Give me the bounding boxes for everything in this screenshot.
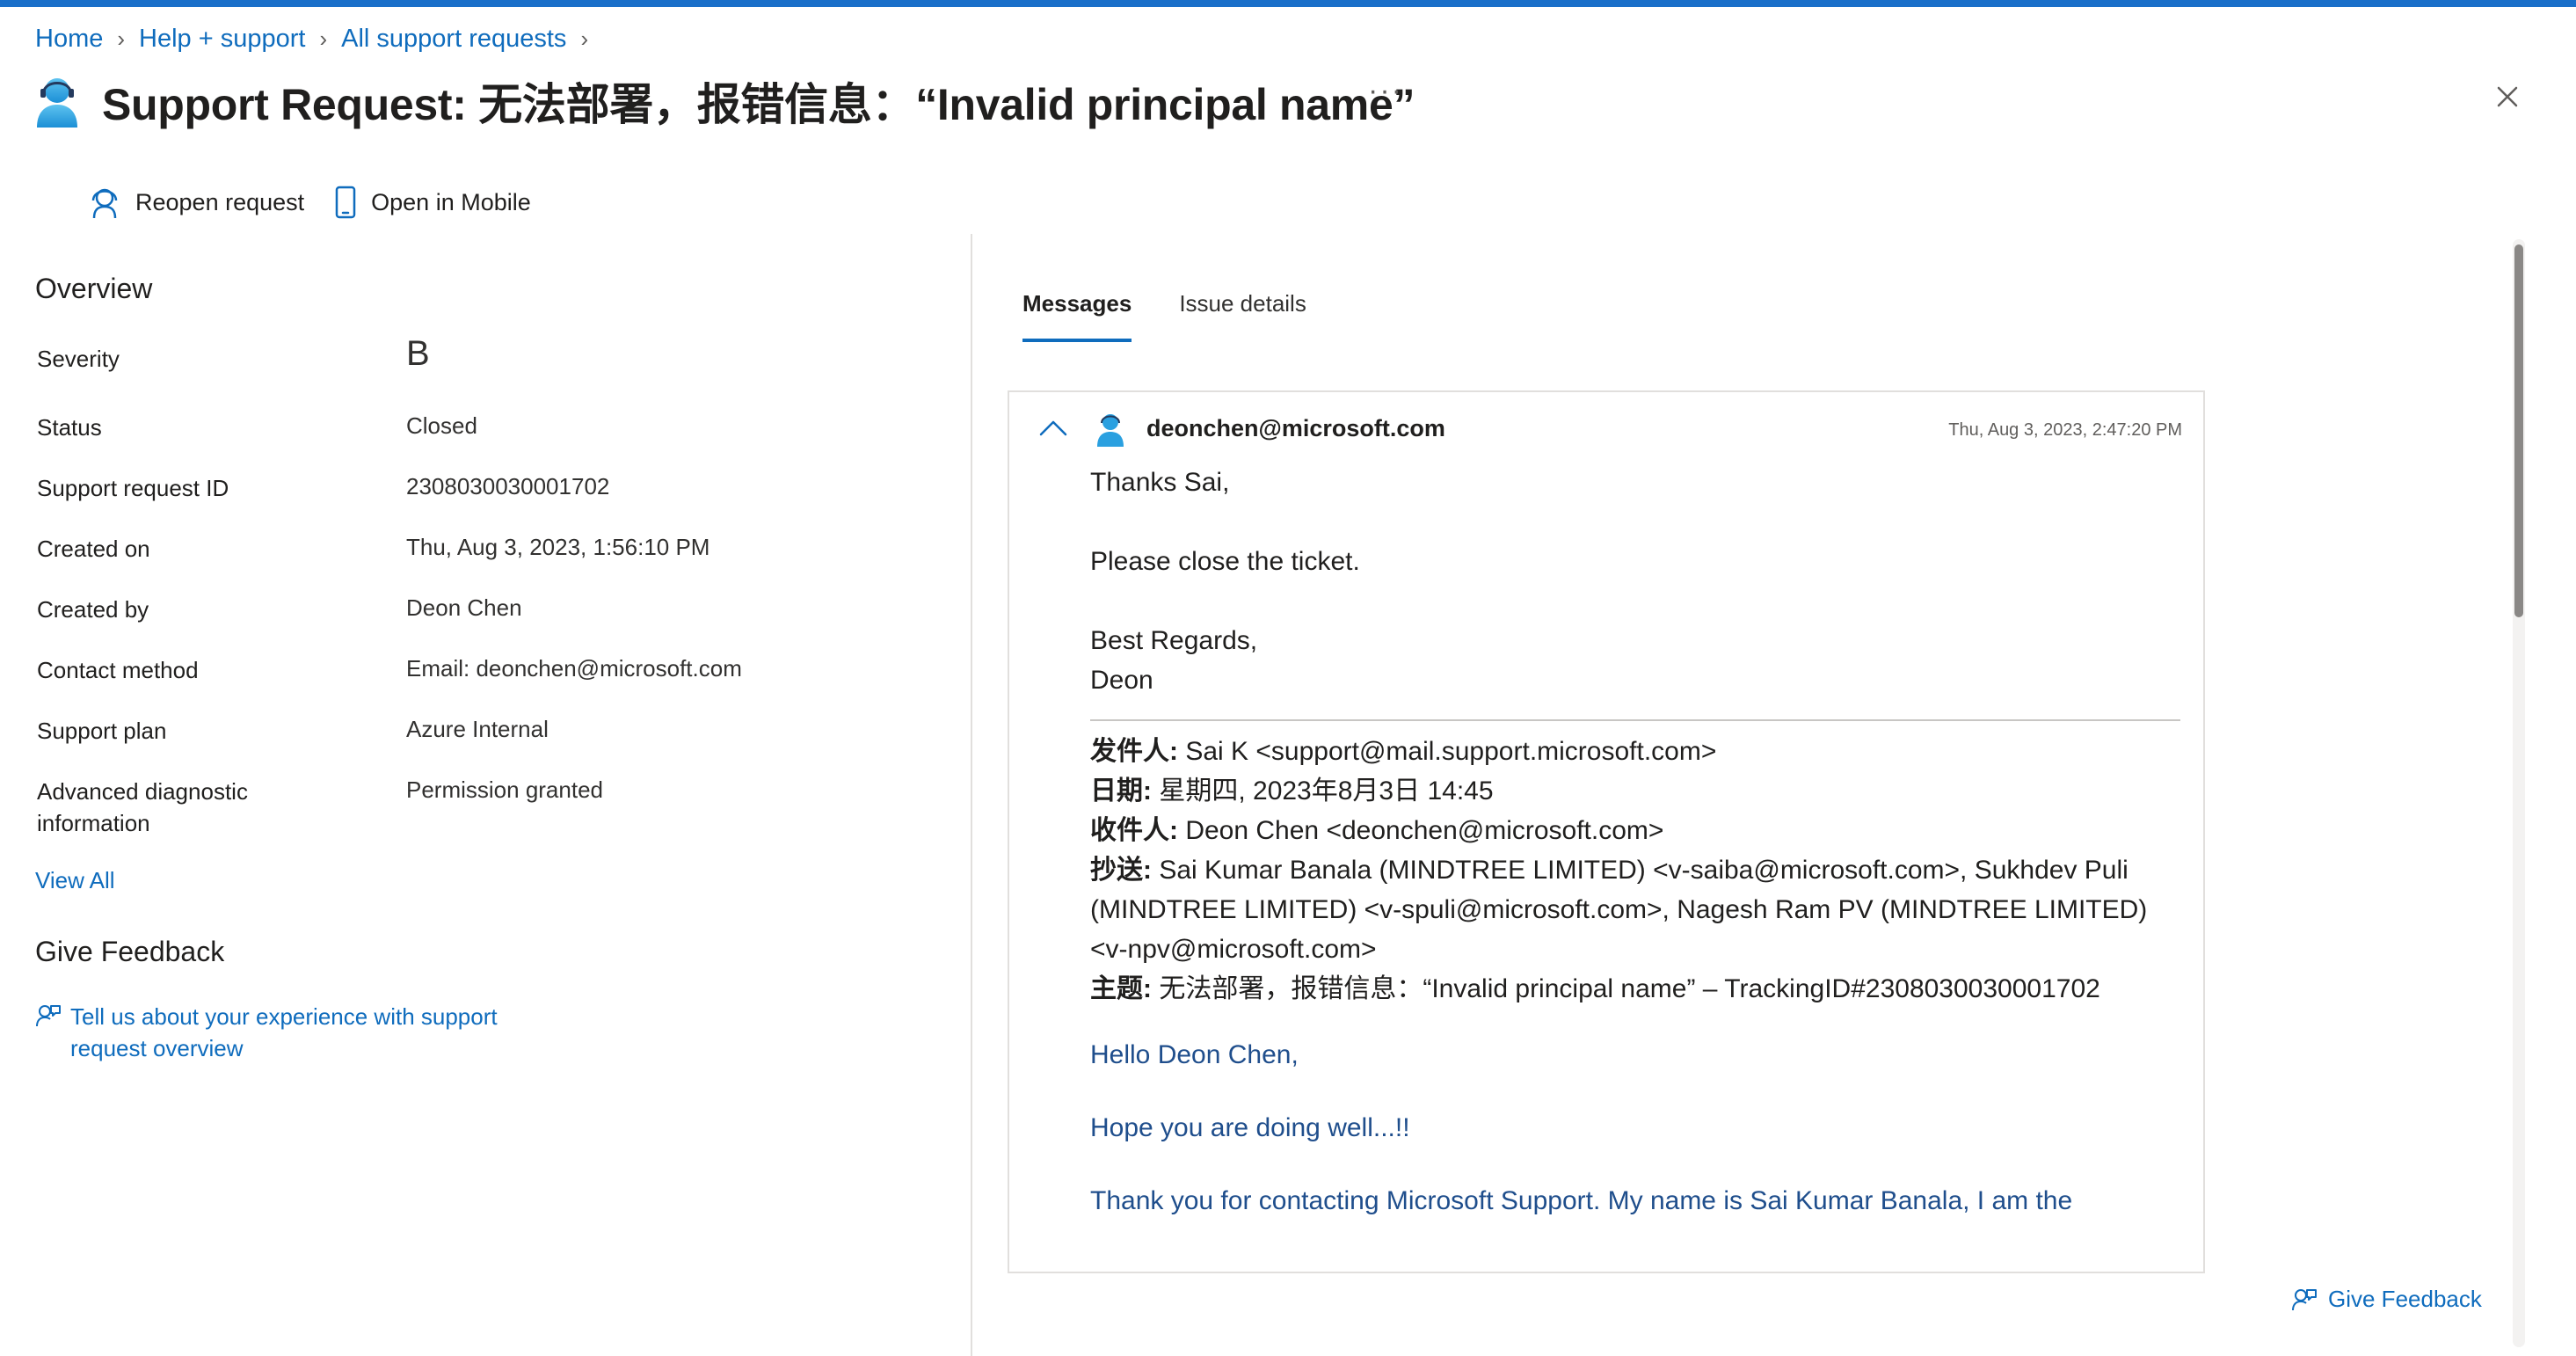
field-label: Advanced diagnostic information — [37, 778, 248, 836]
chevron-up-icon[interactable] — [1036, 412, 1071, 447]
field-value: Deon Chen — [406, 594, 522, 621]
support-person-icon — [37, 78, 77, 128]
page-title: Support Request: 无法部署，报错信息：“Invalid prin… — [102, 80, 1415, 129]
message-header: deonchen@microsoft.com Thu, Aug 3, 2023,… — [1009, 392, 2203, 471]
give-feedback-button[interactable]: Give Feedback — [2291, 1286, 2482, 1313]
field-label: Status — [37, 414, 102, 441]
portal-top-bar — [0, 0, 2576, 7]
quoted-to: 收件人: Deon Chen <deonchen@microsoft.com> — [1090, 816, 1664, 845]
field-label: Created on — [37, 536, 150, 562]
quoted-from: 发件人: Sai K <support@mail.support.microso… — [1090, 737, 1717, 766]
chevron-right-icon: › — [117, 25, 126, 52]
message-signature: Deon — [1090, 666, 1153, 695]
quoted-cc: 抄送: Sai Kumar Banala (MINDTREE LIMITED) … — [1090, 856, 2148, 964]
quoted-date: 日期: 星期四, 2023年8月3日 14:45 — [1090, 776, 1494, 806]
feedback-link-line1[interactable]: Tell us about your experience with suppo… — [70, 1001, 498, 1032]
field-label: Severity — [37, 346, 120, 372]
field-value: Azure Internal — [406, 716, 549, 742]
open-in-mobile-button[interactable]: Open in Mobile — [334, 186, 531, 219]
scrollbar-thumb[interactable] — [2514, 244, 2523, 617]
field-label: Contact method — [37, 657, 199, 683]
view-all-link[interactable]: View All — [35, 867, 115, 894]
breadcrumb-home[interactable]: Home — [35, 25, 103, 54]
chevron-right-icon: › — [580, 25, 589, 52]
field-label: Support plan — [37, 718, 167, 744]
feedback-person-icon — [2292, 1288, 2317, 1310]
quoted-hello: Hello Deon Chen, — [1090, 1040, 1299, 1069]
give-feedback-heading: Give Feedback — [35, 936, 225, 967]
reopen-request-button[interactable]: Reopen request — [88, 185, 304, 220]
tab-messages[interactable]: Messages — [1022, 290, 1132, 342]
message-body: Thanks Sai, Please close the ticket. Bes… — [1090, 463, 2180, 1221]
quoted-hope: Hope you are doing well...!! — [1090, 1113, 1410, 1142]
quote-divider — [1090, 719, 2180, 721]
quoted-thanks: Thank you for contacting Microsoft Suppo… — [1090, 1186, 2073, 1215]
mobile-icon — [335, 186, 356, 219]
message-signoff: Best Regards, — [1090, 626, 1258, 655]
field-value: Email: deonchen@microsoft.com — [406, 655, 742, 682]
breadcrumb-help-support[interactable]: Help + support — [139, 25, 305, 54]
field-label: Created by — [37, 596, 149, 623]
field-value: Thu, Aug 3, 2023, 1:56:10 PM — [406, 534, 710, 560]
field-value: Permission granted — [406, 776, 603, 803]
close-icon[interactable] — [2492, 81, 2523, 113]
message-greeting: Thanks Sai, — [1090, 468, 1230, 497]
feedback-link-line2[interactable]: request overview — [70, 1032, 244, 1064]
field-value: Closed — [406, 412, 477, 439]
breadcrumb: Home › Help + support › All support requ… — [35, 21, 602, 56]
tab-issue-details[interactable]: Issue details — [1179, 290, 1306, 342]
command-bar: Reopen request Open in Mobile — [88, 185, 561, 220]
more-options-button[interactable]: ··· — [1368, 74, 1403, 108]
give-feedback-label: Give Feedback — [2328, 1286, 2482, 1312]
message-sender: deonchen@microsoft.com — [1146, 415, 1445, 441]
field-value: B — [406, 334, 430, 373]
reopen-request-label: Reopen request — [135, 188, 305, 215]
quoted-subject: 主题: 无法部署，报错信息：“Invalid principal name” –… — [1090, 974, 2100, 1003]
field-label: Support request ID — [37, 475, 229, 501]
chevron-right-icon: › — [319, 25, 328, 52]
reopen-icon — [91, 188, 118, 219]
breadcrumb-all-requests[interactable]: All support requests — [341, 25, 566, 54]
field-value: 2308030030001702 — [406, 473, 610, 499]
title-row: Support Request: 无法部署，报错信息：“Invalid prin… — [33, 70, 1415, 132]
message-line: Please close the ticket. — [1090, 547, 1360, 576]
panel-divider — [971, 234, 972, 1356]
message-timestamp: Thu, Aug 3, 2023, 2:47:20 PM — [1948, 420, 2182, 440]
feedback-person-icon — [36, 1005, 61, 1027]
tab-strip: Messages Issue details — [1022, 290, 1354, 342]
message-card: deonchen@microsoft.com Thu, Aug 3, 2023,… — [1008, 390, 2205, 1273]
overview-heading: Overview — [35, 273, 153, 304]
open-in-mobile-label: Open in Mobile — [371, 188, 531, 215]
sender-avatar-icon — [1097, 414, 1124, 447]
